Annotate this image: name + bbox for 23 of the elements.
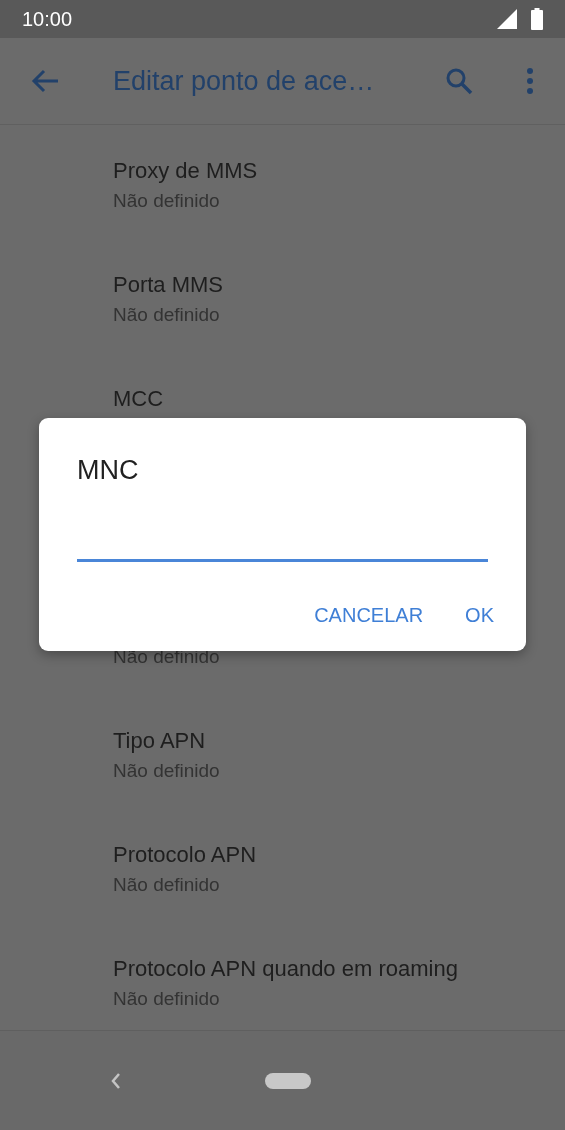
home-button[interactable] [265,1072,311,1089]
signal-icon [497,9,517,29]
setting-value: Não definido [113,759,221,783]
screen-title: Editar ponto de ace… [113,65,376,97]
setting-title[interactable]: Tipo APN [113,727,565,755]
dialog-button[interactable]: OK [449,592,510,639]
back-chevron-icon[interactable] [110,1071,122,1090]
battery-icon [531,8,543,30]
back-arrow-icon[interactable] [31,69,59,93]
status-time: 10:00 [22,7,73,31]
search-icon[interactable] [445,67,473,95]
setting-title[interactable]: Proxy de MMS [113,157,565,185]
setting-value: Não definido [113,873,221,897]
setting-value: Não definido [113,987,221,1011]
dialog-button[interactable]: CANCELAR [298,592,440,639]
setting-title[interactable]: Protocolo APN [113,841,565,869]
setting-value: Não definido [113,303,221,327]
setting-title[interactable]: MCC [113,385,565,413]
setting-title[interactable]: Porta MMS [113,271,565,299]
dialog-title: MNC [77,456,140,484]
setting-title[interactable]: Protocolo APN quando em roaming [113,955,565,983]
more-options-icon[interactable] [527,68,533,94]
setting-value: Não definido [113,189,221,213]
